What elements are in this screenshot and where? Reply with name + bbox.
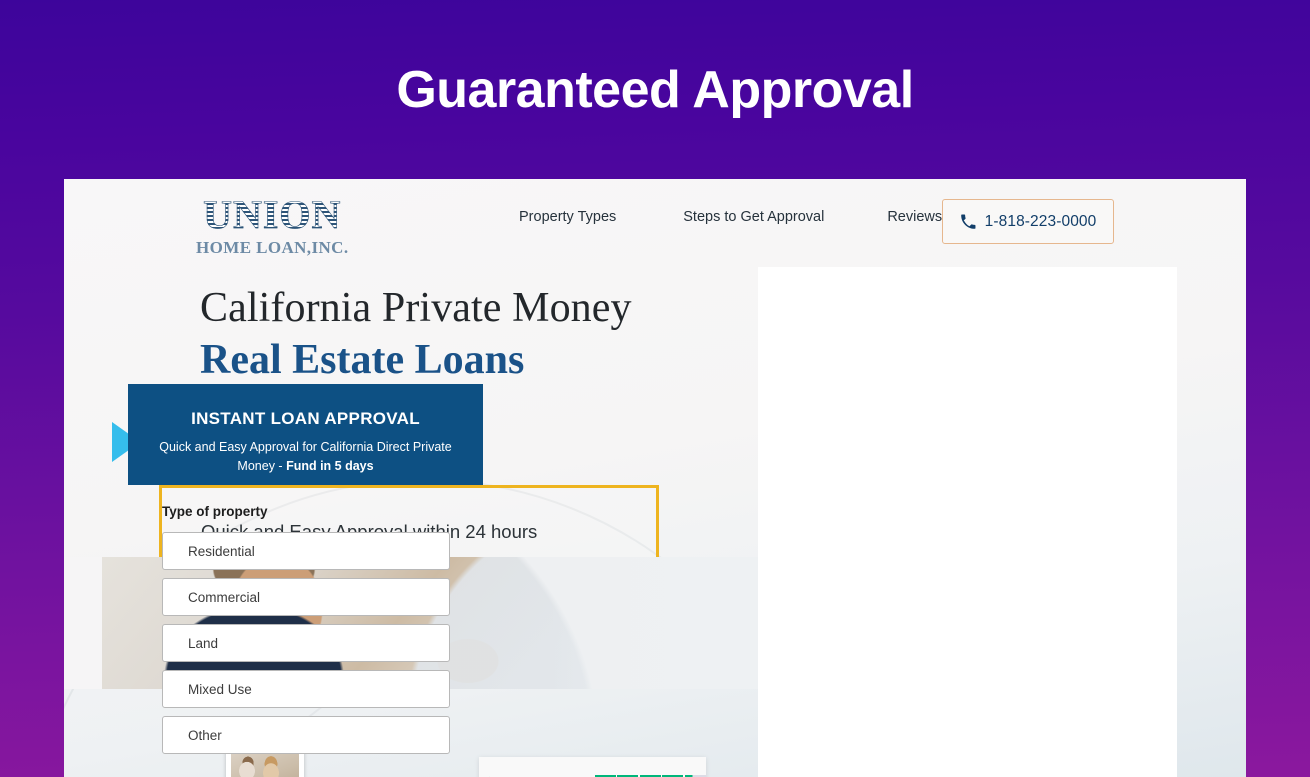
headline-line-1: California Private Money: [200, 285, 632, 331]
property-type-label: Type of property: [162, 504, 268, 519]
logo-wordmark: UNION: [203, 192, 342, 237]
phone-number-text: 1-818-223-0000: [984, 212, 1097, 230]
option-other[interactable]: Other: [162, 716, 450, 754]
banner-subtitle-bold: Fund in 5 days: [286, 459, 374, 474]
hero-headline: California Private Money Real Estate Loa…: [200, 285, 632, 385]
nav-item-property-types[interactable]: Property Types: [519, 209, 616, 225]
brand-logo[interactable]: UNION HOME LOAN,INC.: [196, 192, 349, 257]
option-residential[interactable]: Residential: [162, 532, 450, 570]
photo-right-fade: [550, 557, 760, 689]
phone-cta-button[interactable]: 1-818-223-0000: [942, 199, 1114, 244]
page-title: Guaranteed Approval: [396, 60, 914, 119]
nav-item-reviews[interactable]: Reviews: [887, 209, 942, 225]
nav-item-steps-to-get-approval[interactable]: Steps to Get Approval: [683, 209, 824, 225]
option-commercial[interactable]: Commercial: [162, 578, 450, 616]
option-mixed-use[interactable]: Mixed Use: [162, 670, 450, 708]
form-body: Type of property Residential Commercial …: [162, 504, 452, 762]
banner-subtitle: Quick and Easy Approval for California D…: [128, 438, 483, 477]
phone-icon: [960, 214, 976, 230]
headline-line-2: Real Estate Loans: [200, 336, 525, 383]
banner-title: INSTANT LOAN APPROVAL: [191, 409, 420, 428]
instant-approval-banner: INSTANT LOAN APPROVAL Quick and Easy App…: [128, 384, 483, 485]
logo-tagline: HOME LOAN,INC.: [196, 238, 349, 257]
lead-form-panel: [758, 267, 1177, 777]
site-header: UNION HOME LOAN,INC. Property Types Step…: [64, 179, 1246, 267]
trustpilot-badge[interactable]: Trustpilot Rated Excellent- 4.4 Star Rev…: [479, 757, 706, 777]
main-navigation: Property Types Steps to Get Approval Rev…: [519, 209, 942, 225]
website-preview-card: UNION HOME LOAN,INC. Property Types Step…: [64, 179, 1246, 777]
option-land[interactable]: Land: [162, 624, 450, 662]
